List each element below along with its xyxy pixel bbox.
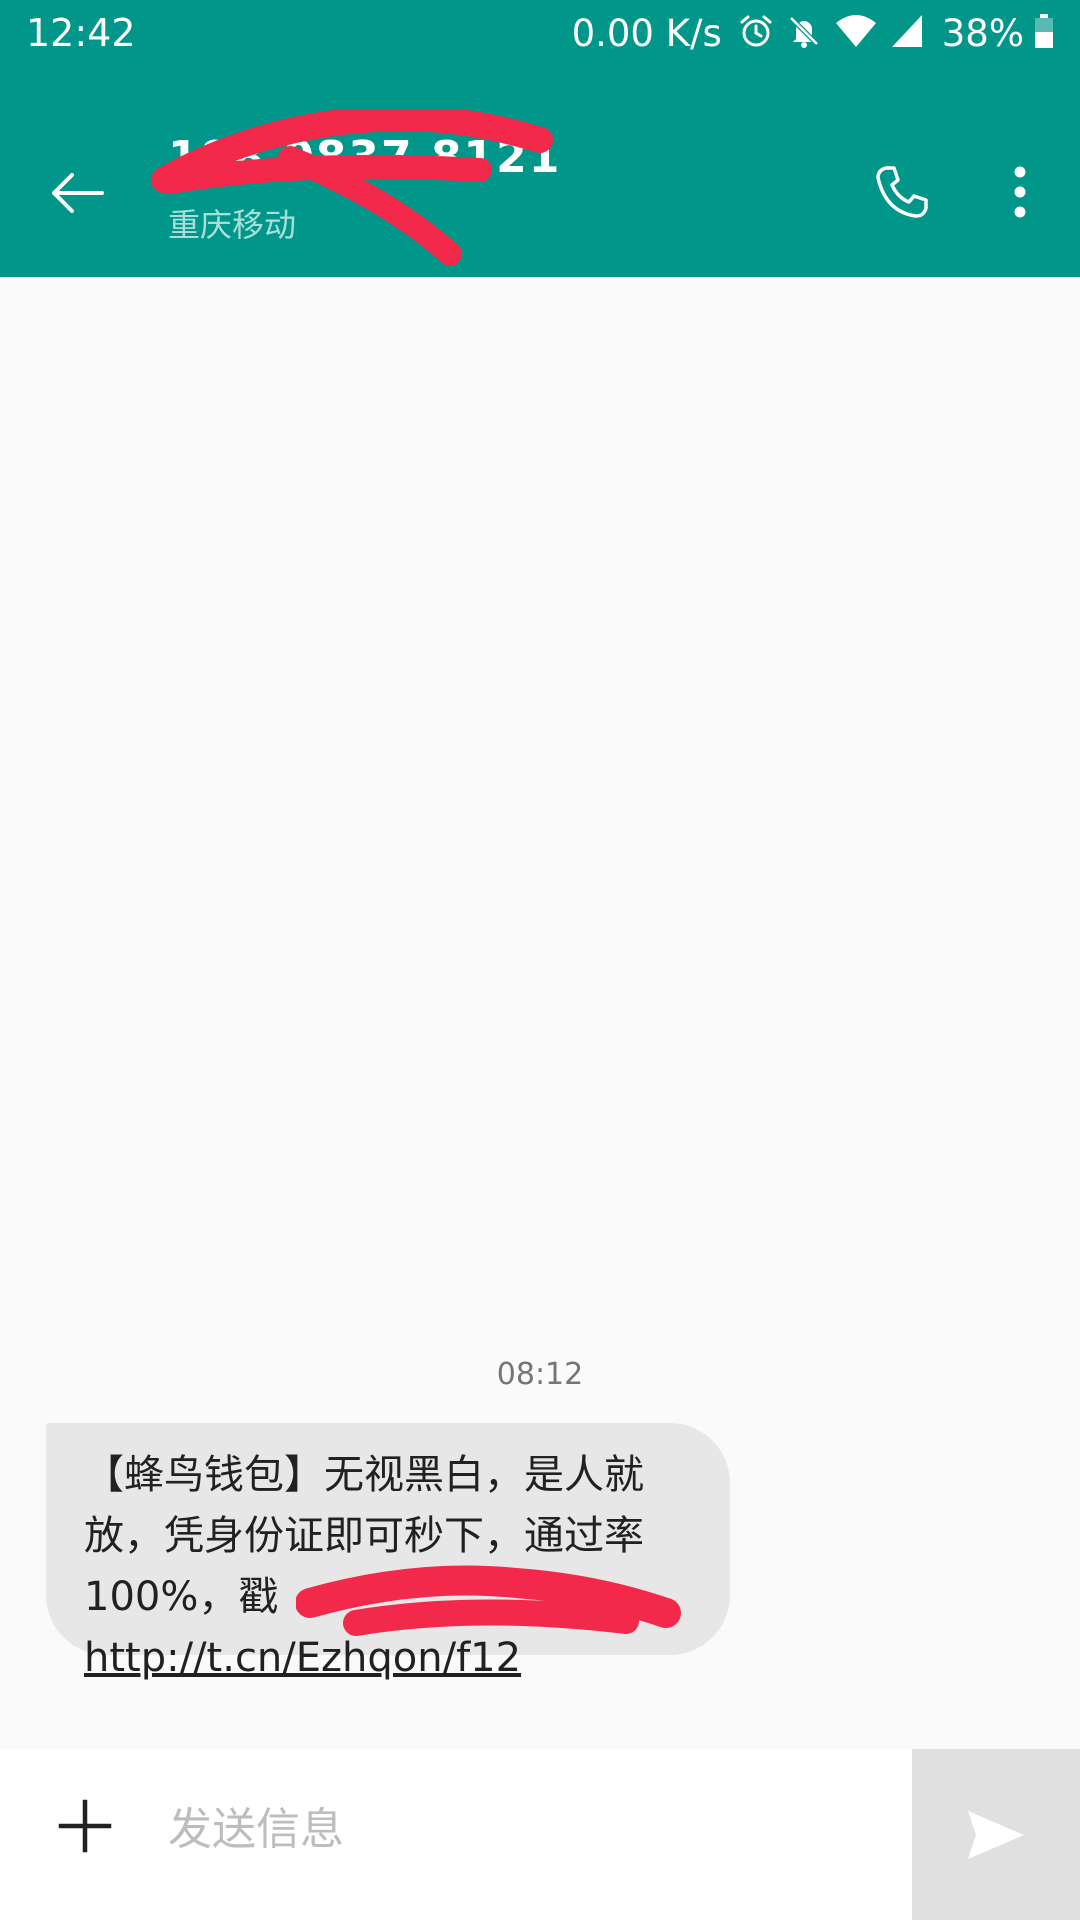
message-timestamp: 08:12 — [496, 1357, 584, 1392]
status-bar: 12:42 0.00 K/s 38% — [0, 0, 1080, 66]
network-speed: 0.00 K/s — [571, 11, 722, 55]
compose-bar — [0, 1749, 1080, 1920]
more-options-button[interactable] — [990, 152, 1050, 232]
wifi-icon — [834, 13, 878, 53]
message-input[interactable] — [168, 1789, 888, 1869]
app-bar: 12:42 0.00 K/s 38% 198 0837 8121 重庆移动 — [0, 0, 1080, 277]
message-list[interactable]: 08:12 【蜂鸟钱包】无视黑白，是人就放，凭身份证即可秒下，通过率100%，戳… — [0, 277, 1080, 1749]
more-vert-icon — [1014, 166, 1026, 218]
send-icon — [968, 1810, 1024, 1859]
cell-signal-icon — [890, 13, 924, 53]
status-time: 12:42 — [26, 11, 136, 55]
back-button[interactable] — [42, 158, 112, 228]
redaction-mark — [151, 110, 553, 266]
conversation-header: 198 0837 8121 重庆移动 — [0, 110, 1080, 266]
link-redaction-mark — [296, 1565, 681, 1636]
phone-icon — [876, 166, 928, 218]
battery-level: 38% — [941, 11, 1024, 55]
bell-off-icon — [786, 13, 822, 53]
status-indicators: 0.00 K/s 38% — [572, 8, 1054, 58]
attach-button[interactable] — [48, 1789, 122, 1863]
call-button[interactable] — [862, 152, 942, 232]
battery-icon — [1034, 13, 1054, 53]
incoming-message-bubble[interactable]: 【蜂鸟钱包】无视黑白，是人就放，凭身份证即可秒下，通过率100%，戳 http:… — [46, 1423, 730, 1681]
plus-icon — [58, 1799, 112, 1853]
back-arrow-icon — [52, 173, 104, 213]
alarm-icon — [738, 13, 774, 53]
send-button[interactable] — [912, 1749, 1080, 1920]
